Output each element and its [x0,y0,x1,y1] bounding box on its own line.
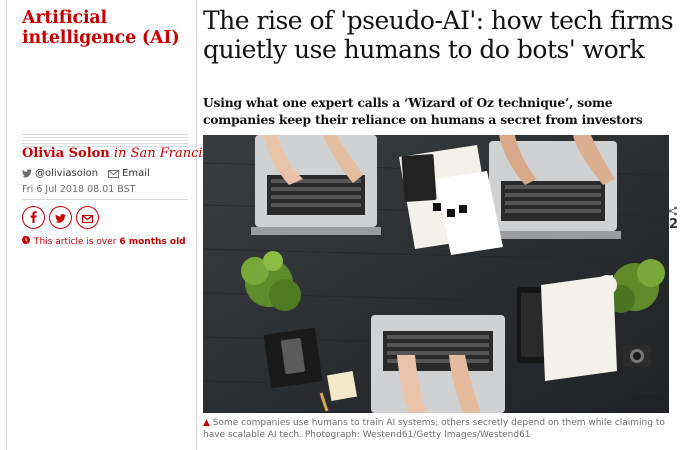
headline: The rise of 'pseudo-AI': how tech firms … [203,6,674,64]
standfirst: Using what one expert calls a ‘Wizard of… [203,95,643,127]
laptop-top-left [251,135,381,235]
column-divider [6,0,7,450]
caption-triangle-icon: ▲ [203,418,210,428]
facebook-icon [30,208,37,227]
laptop-top-right [485,135,621,239]
image-caption: ▲ Some companies use humans to train AI … [203,417,683,441]
caption-credit: Photograph: Westend61/Getty Images/Weste… [304,430,531,440]
article-main-image[interactable] [203,135,669,413]
twitter-icon [55,208,66,227]
twitter-handle: @oliviasolon [35,168,99,179]
email-author-link[interactable]: Email [108,168,150,179]
column-divider-right [196,0,197,450]
share-buttons [22,206,99,229]
envelope-icon [108,169,120,178]
article-age-notice: This article is over 6 months old [22,236,186,247]
byline: Olivia Solon in San Francisco [22,146,224,162]
clock-icon [22,236,30,247]
laptop-bottom [371,315,505,413]
camera [623,345,651,367]
location-prefix: in [109,146,131,161]
twitter-link[interactable]: @oliviasolon [22,168,98,179]
email-icon [81,208,94,227]
author-name[interactable]: Olivia Solon [22,146,110,161]
age-notice-prefix: This article is over [34,236,120,247]
twitter-share-button[interactable] [49,206,72,229]
meta-divider [22,199,188,200]
twitter-bird-icon [22,169,32,178]
author-social: @oliviasolon Email [22,168,150,179]
age-notice-duration: 6 months old [119,236,186,247]
paper-right [541,275,617,381]
section-label[interactable]: Artificial intelligence (AI) [22,8,192,48]
facebook-share-button[interactable] [22,206,45,229]
laptops-photo-illustration [203,135,669,413]
email-share-button[interactable] [76,206,99,229]
publish-date: Fri 6 Jul 2018 08.01 BST [22,184,136,195]
email-label: Email [122,168,150,179]
notebook-bottom-left [263,327,323,389]
sticky-note [326,370,358,402]
